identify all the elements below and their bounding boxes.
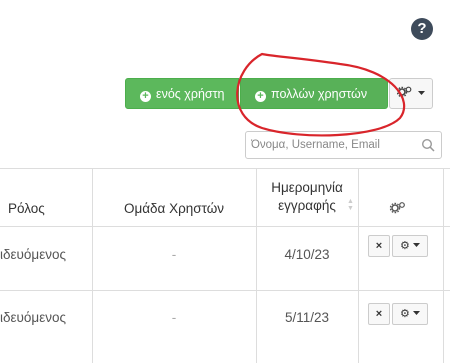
caret-down-icon bbox=[412, 311, 420, 315]
column-header-registration-date[interactable]: Ημερομηνία εγγραφής bbox=[256, 179, 358, 215]
help-icon[interactable]: ? bbox=[411, 18, 433, 40]
row-divider bbox=[0, 290, 450, 291]
add-many-users-button[interactable]: + πολλών χρηστών bbox=[240, 78, 388, 109]
header-bottom-border bbox=[0, 226, 450, 227]
row-actions-dropdown[interactable]: ⚙ bbox=[392, 235, 428, 257]
caret-down-icon bbox=[412, 243, 420, 247]
table-cell-group: - bbox=[171, 310, 177, 325]
table-cell-role: ιδευόμενος bbox=[0, 310, 66, 325]
column-header-role[interactable]: Ρόλος bbox=[8, 201, 45, 216]
delete-button[interactable]: × bbox=[368, 235, 390, 257]
search-icon[interactable] bbox=[421, 138, 435, 152]
gears-icon bbox=[389, 202, 405, 214]
delete-button[interactable]: × bbox=[368, 303, 390, 325]
settings-dropdown-button[interactable] bbox=[389, 78, 433, 109]
search-input[interactable] bbox=[251, 132, 416, 158]
table-cell-date: 4/10/23 bbox=[284, 247, 330, 262]
header-line: Ημερομηνία bbox=[271, 180, 343, 195]
caret-down-icon bbox=[418, 91, 426, 95]
plus-circle-icon: + bbox=[140, 91, 151, 102]
gear-icon: ⚙ bbox=[400, 240, 410, 252]
column-divider bbox=[358, 168, 359, 363]
sort-icon[interactable]: ▲ ▼ bbox=[347, 198, 354, 212]
column-header-group[interactable]: Ομάδα Χρηστών bbox=[92, 201, 256, 216]
add-one-user-button[interactable]: + ενός χρήστη bbox=[125, 78, 239, 109]
gears-icon bbox=[396, 86, 412, 98]
table-cell-date: 5/11/23 bbox=[284, 310, 330, 325]
row-actions-dropdown[interactable]: ⚙ bbox=[392, 303, 428, 325]
table-cell-role: ιδευόμενος bbox=[0, 247, 66, 262]
add-many-users-label: πολλών χρηστών bbox=[271, 87, 368, 101]
add-one-user-label: ενός χρήστη bbox=[156, 87, 225, 101]
header-line: εγγραφής bbox=[278, 198, 336, 213]
search-box[interactable] bbox=[245, 131, 442, 159]
table-top-border bbox=[0, 168, 450, 169]
table-cell-group: - bbox=[171, 247, 177, 262]
column-divider bbox=[443, 168, 444, 363]
gear-icon: ⚙ bbox=[400, 308, 410, 320]
column-divider bbox=[92, 168, 93, 363]
plus-circle-icon: + bbox=[255, 91, 266, 102]
